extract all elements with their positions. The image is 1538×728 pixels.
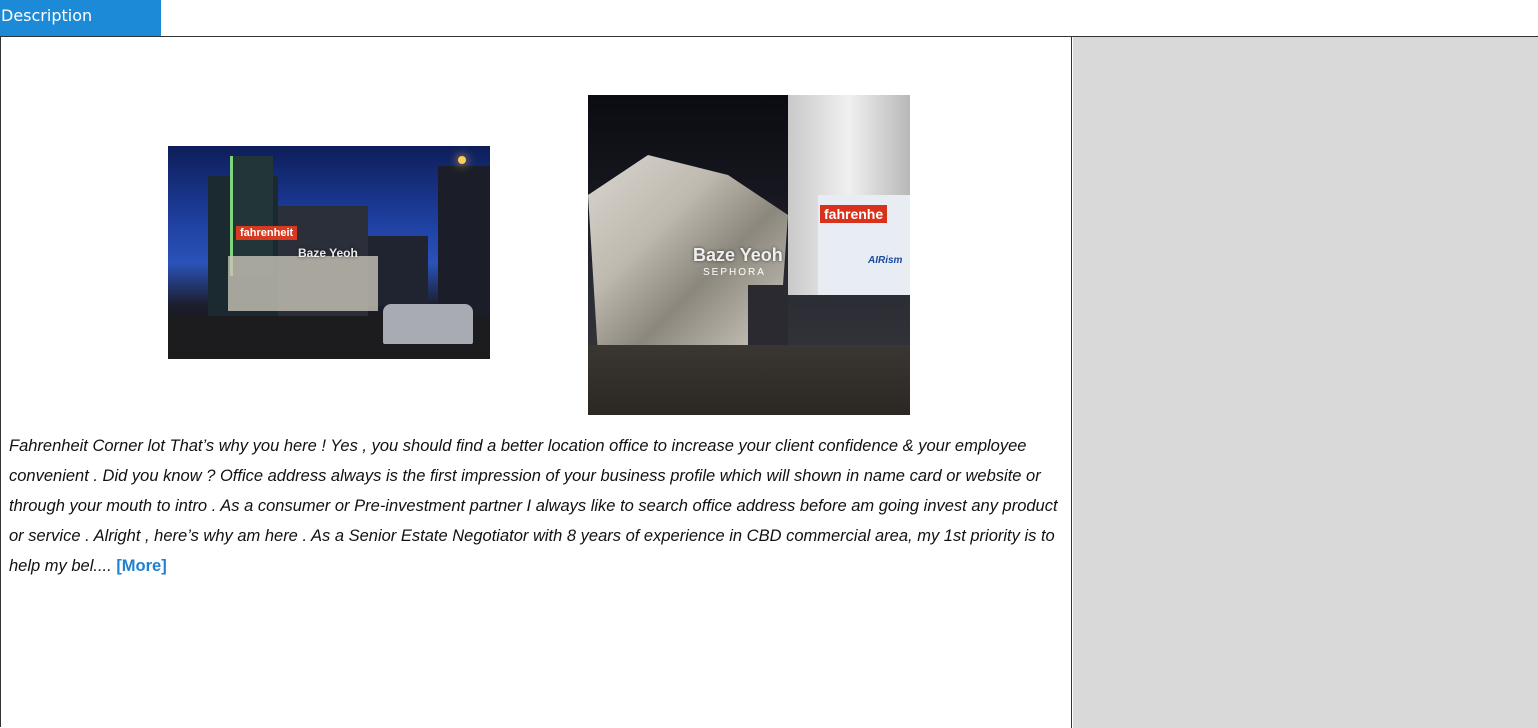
description-tab[interactable]: Description xyxy=(0,0,161,36)
photo-streetlight xyxy=(458,156,466,164)
photo-store-sign: fahrenheit xyxy=(236,226,298,240)
listing-photo-1[interactable]: fahrenheit Baze Yeoh xyxy=(168,146,490,359)
photo-watermark: Baze Yeoh xyxy=(693,245,783,265)
description-text: Fahrenheit Corner lot That’s why you her… xyxy=(9,431,1067,581)
photo-store-sign: fahrenhe xyxy=(820,205,888,223)
photo-watermark: Baze Yeoh xyxy=(298,246,358,260)
description-content: fahrenheit Baze Yeoh fahrenhe AIRism Baz… xyxy=(1,37,1072,728)
photo-sephora-sign: SEPHORA xyxy=(703,267,766,278)
description-panel: fahrenheit Baze Yeoh fahrenhe AIRism Baz… xyxy=(0,36,1538,728)
sidebar-placeholder xyxy=(1073,37,1538,728)
photo-storefront xyxy=(228,256,378,311)
more-link[interactable]: [More] xyxy=(116,557,166,575)
description-body: Fahrenheit Corner lot That’s why you her… xyxy=(9,437,1058,575)
photo-building xyxy=(438,166,490,326)
photo-car xyxy=(383,304,473,344)
photo-billboard-text: AIRism xyxy=(868,255,903,266)
photo-crowd xyxy=(588,345,910,415)
listing-photo-2[interactable]: fahrenhe AIRism Baze Yeoh SEPHORA xyxy=(588,95,910,415)
